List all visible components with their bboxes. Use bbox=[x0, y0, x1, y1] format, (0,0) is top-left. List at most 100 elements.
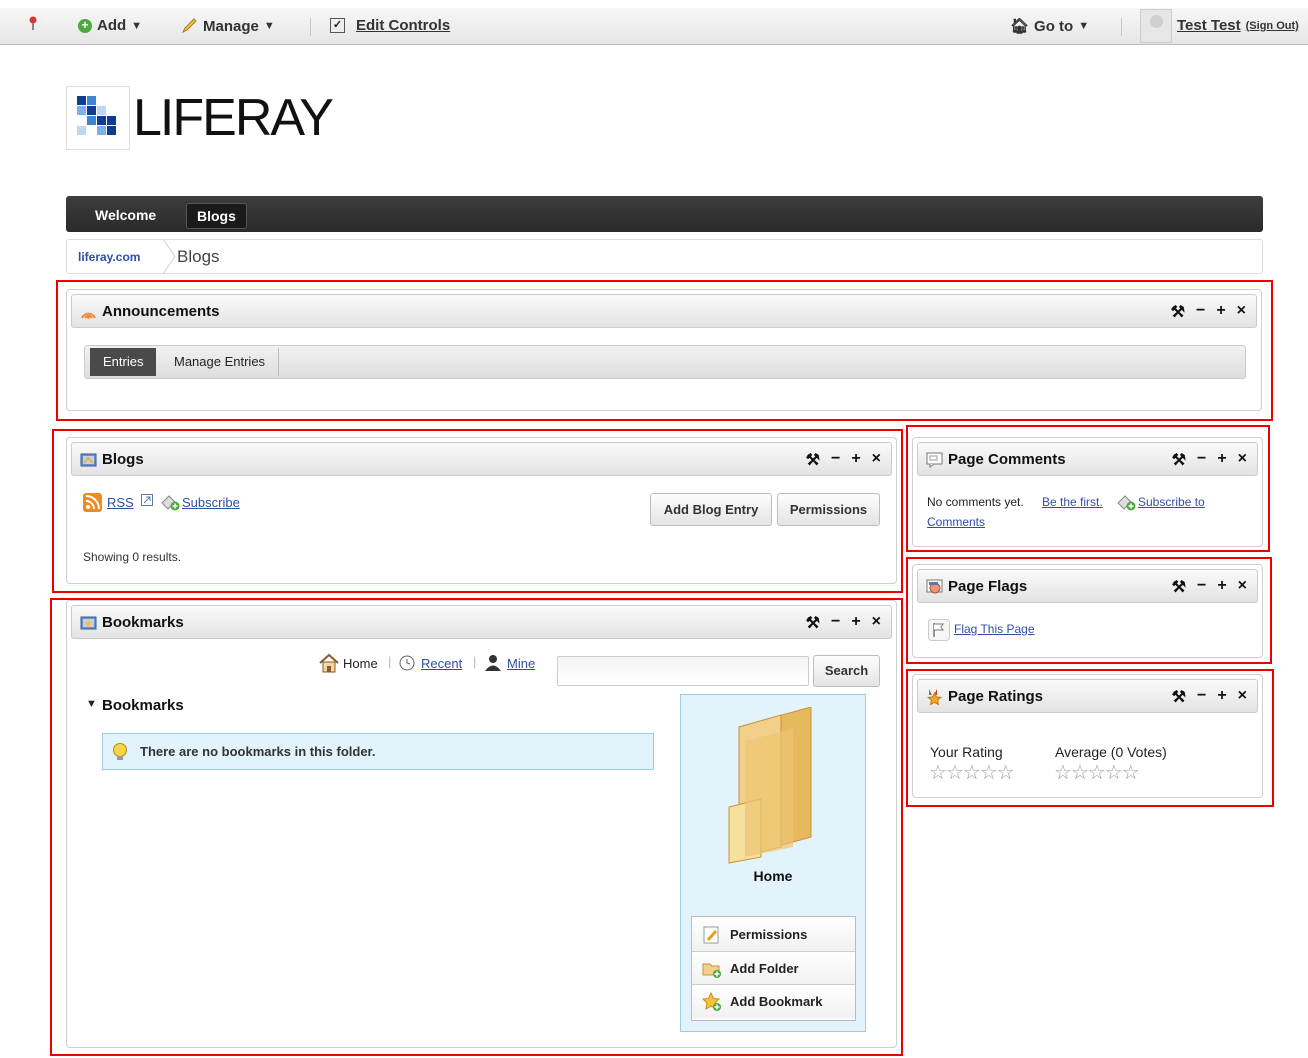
minimize-icon[interactable]: − bbox=[1196, 302, 1205, 322]
divider: | bbox=[388, 654, 392, 669]
star-icon[interactable]: ☆ bbox=[929, 762, 947, 784]
empty-message: There are no bookmarks in this folder. bbox=[140, 744, 376, 759]
maximize-icon[interactable]: + bbox=[1217, 687, 1226, 707]
logo-icon[interactable] bbox=[66, 86, 130, 150]
portlet-title: Bookmarks bbox=[102, 614, 184, 631]
page-flags-portlet: Page Flags ⚒ − + × bbox=[912, 564, 1263, 658]
permissions-action[interactable]: Permissions bbox=[692, 917, 855, 952]
home-icon: 🏠︎ bbox=[1010, 18, 1030, 35]
wrench-icon[interactable]: ⚒ bbox=[806, 450, 820, 470]
home-tab[interactable]: Home bbox=[343, 656, 378, 671]
close-icon[interactable]: × bbox=[1238, 577, 1247, 597]
flag-portlet-icon bbox=[926, 579, 943, 594]
nav-item-welcome[interactable]: Welcome bbox=[85, 203, 166, 227]
bookmarks-icon bbox=[80, 616, 97, 630]
portlet-title-bar[interactable]: Page Flags ⚒ − + × bbox=[917, 569, 1258, 603]
add-folder-action[interactable]: Add Folder bbox=[692, 952, 855, 985]
breadcrumb-separator bbox=[163, 239, 176, 274]
external-link-icon[interactable] bbox=[141, 494, 153, 506]
wrench-icon[interactable]: ⚒ bbox=[1171, 302, 1185, 322]
maximize-icon[interactable]: + bbox=[851, 450, 860, 470]
breadcrumb-site[interactable]: liferay.com bbox=[78, 250, 140, 264]
maximize-icon[interactable]: + bbox=[1217, 450, 1226, 470]
portlet-tools: ⚒ − + × bbox=[806, 450, 881, 470]
portlet-title-bar[interactable]: Page Comments ⚒ − + × bbox=[917, 442, 1258, 476]
subscribe-comments-link-cont[interactable]: Comments bbox=[927, 515, 985, 529]
star-icon[interactable]: ☆ bbox=[997, 762, 1015, 784]
star-icon[interactable]: ☆ bbox=[980, 762, 998, 784]
star-icon[interactable]: ☆ bbox=[946, 762, 964, 784]
ratings-icon bbox=[926, 689, 943, 705]
wrench-icon[interactable]: ⚒ bbox=[806, 613, 820, 633]
add-bookmark-action[interactable]: Add Bookmark bbox=[692, 985, 855, 1018]
avatar[interactable] bbox=[1140, 9, 1172, 43]
sign-out-link[interactable]: (Sign Out) bbox=[1246, 20, 1299, 32]
tab-entries[interactable]: Entries bbox=[90, 348, 157, 376]
add-bookmark-icon bbox=[702, 992, 721, 1011]
goto-menu[interactable]: 🏠︎ Go to ▼ bbox=[1010, 17, 1089, 36]
portlet-tools: ⚒ − + × bbox=[1171, 302, 1246, 322]
portlet-title-bar[interactable]: Blogs ⚒ − + × bbox=[71, 442, 892, 476]
minimize-icon[interactable]: − bbox=[831, 613, 840, 633]
maximize-icon[interactable]: + bbox=[1216, 302, 1225, 322]
flag-icon[interactable] bbox=[928, 619, 950, 641]
rss-icon[interactable] bbox=[83, 493, 102, 512]
recent-link[interactable]: Recent bbox=[421, 656, 462, 671]
announcements-tabs: Entries Manage Entries bbox=[84, 345, 1246, 379]
pin-icon[interactable] bbox=[28, 16, 38, 33]
portlet-tools: ⚒ − + × bbox=[1172, 450, 1247, 470]
divider bbox=[1121, 18, 1122, 36]
portlet-title-bar[interactable]: Announcements ⚒ − + × bbox=[71, 294, 1257, 328]
edit-controls-toggle[interactable]: ✓ Edit Controls bbox=[330, 17, 450, 34]
maximize-icon[interactable]: + bbox=[1217, 577, 1226, 597]
subscribe-icon[interactable] bbox=[1116, 493, 1136, 511]
tab-manage-entries[interactable]: Manage Entries bbox=[161, 348, 280, 376]
home-icon bbox=[319, 653, 339, 673]
maximize-icon[interactable]: + bbox=[851, 613, 860, 633]
search-button[interactable]: Search bbox=[813, 655, 880, 687]
add-menu[interactable]: + Add ▼ bbox=[78, 17, 142, 34]
folder-icon bbox=[728, 707, 812, 864]
nav-item-blogs[interactable]: Blogs bbox=[186, 203, 247, 229]
search-input[interactable] bbox=[557, 656, 809, 686]
section-title: Bookmarks bbox=[102, 697, 184, 714]
subscribe-icon[interactable] bbox=[160, 493, 180, 511]
minimize-icon[interactable]: − bbox=[1197, 577, 1206, 597]
star-icon[interactable]: ☆ bbox=[963, 762, 981, 784]
manage-menu[interactable]: Manage ▼ bbox=[180, 17, 275, 35]
add-label: Add bbox=[97, 17, 127, 34]
manage-label: Manage bbox=[203, 17, 259, 35]
permissions-button[interactable]: Permissions bbox=[777, 493, 880, 526]
be-first-link[interactable]: Be the first. bbox=[1042, 495, 1103, 509]
breadcrumb-current: Blogs bbox=[177, 247, 220, 266]
wrench-icon[interactable]: ⚒ bbox=[1172, 687, 1186, 707]
subscribe-link[interactable]: Subscribe bbox=[182, 495, 240, 510]
star-icon: ☆ bbox=[1054, 762, 1072, 784]
permissions-label: Permissions bbox=[730, 927, 808, 942]
rss-link[interactable]: RSS bbox=[107, 495, 134, 510]
close-icon[interactable]: × bbox=[872, 613, 881, 633]
minimize-icon[interactable]: − bbox=[1197, 450, 1206, 470]
user-menu[interactable]: Test Test (Sign Out) bbox=[1177, 17, 1299, 34]
close-icon[interactable]: × bbox=[872, 450, 881, 470]
subscribe-comments-link[interactable]: Subscribe to bbox=[1138, 495, 1205, 509]
add-blog-entry-button[interactable]: Add Blog Entry bbox=[650, 493, 772, 526]
close-icon[interactable]: × bbox=[1238, 450, 1247, 470]
portlet-title-bar[interactable]: Page Ratings ⚒ − + × bbox=[917, 679, 1258, 713]
portlet-title-bar[interactable]: Bookmarks ⚒ − + × bbox=[71, 605, 892, 639]
close-icon[interactable]: × bbox=[1238, 687, 1247, 707]
your-rating-stars[interactable]: ☆☆☆☆☆ bbox=[929, 760, 1015, 785]
minimize-icon[interactable]: − bbox=[1197, 687, 1206, 707]
folder-actions-menu: Permissions Add Folder Add Bookmark bbox=[691, 916, 856, 1021]
minimize-icon[interactable]: − bbox=[831, 450, 840, 470]
add-icon: + bbox=[78, 18, 92, 33]
wrench-icon[interactable]: ⚒ bbox=[1172, 450, 1186, 470]
close-icon[interactable]: × bbox=[1237, 302, 1246, 322]
folder-name: Home bbox=[753, 868, 793, 884]
wrench-icon[interactable]: ⚒ bbox=[1172, 577, 1186, 597]
breadcrumb: liferay.com Blogs bbox=[66, 239, 1263, 274]
divider: | bbox=[473, 654, 477, 669]
collapse-triangle-icon[interactable]: ▼ bbox=[86, 698, 97, 710]
flag-this-page-link[interactable]: Flag This Page bbox=[954, 622, 1035, 636]
mine-link[interactable]: Mine bbox=[507, 656, 535, 671]
